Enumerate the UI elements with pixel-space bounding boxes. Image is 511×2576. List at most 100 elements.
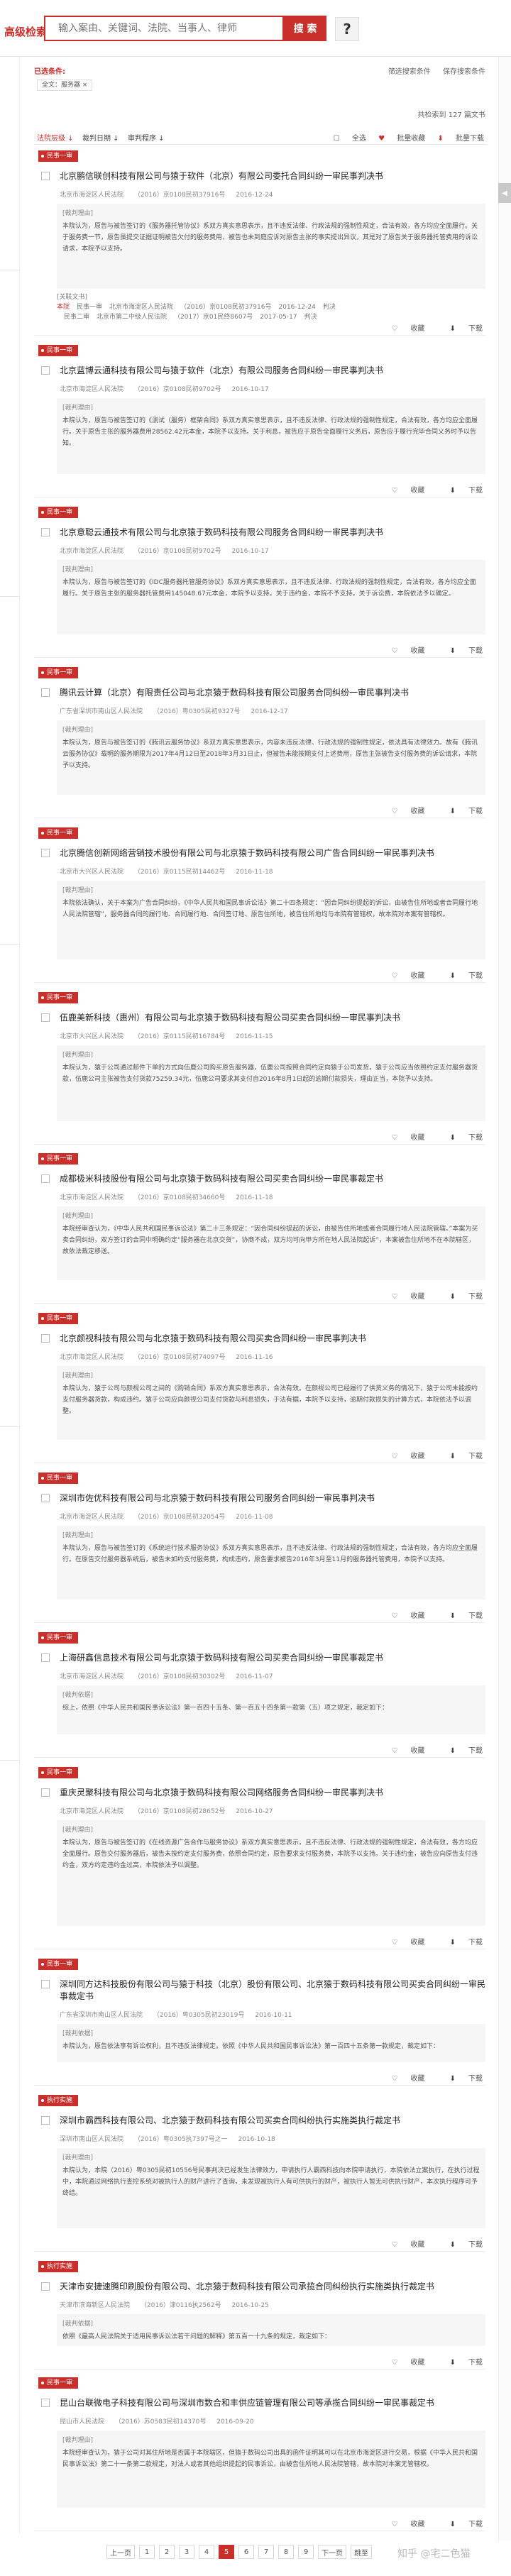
page-number-button[interactable]: 3 <box>179 2545 194 2559</box>
case-checkbox[interactable] <box>41 172 50 180</box>
favorite-button[interactable]: ♡ 收藏 <box>380 1747 424 1755</box>
side-feedback-tab[interactable]: ◀ <box>498 183 511 203</box>
download-button[interactable]: ⬇ 下载 <box>439 1293 483 1301</box>
page-number-button[interactable]: 7 <box>258 2545 274 2559</box>
filter-link[interactable]: 筛选搜索条件 <box>388 68 431 76</box>
case-title-link[interactable]: 伍鹿美新科技（惠州）有限公司与北京猿于数码科技有限公司买卖合同纠纷一审民事判决书 <box>60 1012 485 1024</box>
excerpt-label: [裁判理由] <box>62 887 94 894</box>
case-card: 执行实施 深圳市霸西科技有限公司、北京猿于数码科技有限公司买卖合同纠纷执行实施类执… <box>34 2095 485 2254</box>
favorite-button[interactable]: ♡ 收藏 <box>380 325 424 333</box>
case-card: 民事一审 深圳市佐优科技有限公司与北京猿于数码科技有限公司服务合同纠纷一审民事判决… <box>34 1473 485 1625</box>
favorite-button[interactable]: ♡ 收藏 <box>380 1293 424 1301</box>
case-title-link[interactable]: 成都极米科技股份有限公司与北京猿于数码科技有限公司买卖合同纠纷一审民事裁定书 <box>60 1173 485 1185</box>
case-title-link[interactable]: 重庆灵聚科技有限公司与北京猿于数码科技有限公司网络服务合同纠纷一审民事判决书 <box>60 1787 485 1799</box>
case-title-link[interactable]: 北京腾信创新网络营销技术股份有限公司与北京猿于数码科技有限公司广告合同纠纷一审民… <box>60 847 485 859</box>
case-title-link[interactable]: 深圳市佐优科技有限公司与北京猿于数码科技有限公司服务合同纠纷一审民事判决书 <box>60 1492 485 1504</box>
next-page-button[interactable]: 下一页 <box>318 2545 346 2559</box>
jump-to-page[interactable]: 跳至 <box>351 2545 372 2559</box>
related-doc-row[interactable]: 本院 民事一审 北京市海淀区人民法院 （2016）京0108民初37916号 2016-… <box>57 302 485 312</box>
favorite-button[interactable]: ♡ 收藏 <box>380 808 424 815</box>
case-title-link[interactable]: 北京颜视科技有限公司与北京猿于数码科技有限公司买卖合同纠纷一审民事判决书 <box>60 1333 485 1345</box>
heart-icon: ♡ <box>391 1747 398 1755</box>
case-checkbox[interactable] <box>41 1334 50 1343</box>
advanced-search-link[interactable]: 高级检索 <box>4 24 47 39</box>
favorite-button[interactable]: ♡ 收藏 <box>380 2075 424 2083</box>
download-button[interactable]: ⬇ 下载 <box>439 2075 483 2083</box>
favorite-button[interactable]: ♡ 收藏 <box>380 1134 424 1142</box>
page-number-button[interactable]: 9 <box>298 2545 314 2559</box>
select-all-checkbox[interactable]: ☐ 全选 <box>334 135 366 143</box>
case-title-link[interactable]: 北京意聪云通技术有限公司与北京猿于数码科技有限公司服务合同纠纷一审民事判决书 <box>60 527 485 539</box>
download-button[interactable]: ⬇ 下载 <box>439 1747 483 1755</box>
page-number-button[interactable]: 4 <box>199 2545 214 2559</box>
case-date: 2016-10-27 <box>236 1808 273 1815</box>
batch-favorite-button[interactable]: ♥ 批量收藏 <box>378 135 425 143</box>
favorite-button[interactable]: ♡ 收藏 <box>380 487 424 495</box>
help-button[interactable]: ? <box>335 17 359 41</box>
favorite-button[interactable]: ♡ 收藏 <box>380 1612 424 1620</box>
case-checkbox[interactable] <box>41 528 50 536</box>
related-doc-cell: 民事一审 <box>77 304 103 311</box>
page-number-button[interactable]: 8 <box>278 2545 294 2559</box>
page-number-button[interactable]: 1 <box>139 2545 155 2559</box>
page-number-button[interactable]: 5 <box>219 2545 234 2559</box>
favorite-button[interactable]: ♡ 收藏 <box>380 2241 424 2249</box>
sort-trial-procedure[interactable]: 审判程序 ↓ <box>128 132 165 143</box>
card-divider <box>34 982 485 983</box>
heart-icon: ♡ <box>391 1939 398 1947</box>
favorite-button[interactable]: ♡ 收藏 <box>380 647 424 655</box>
batch-download-button[interactable]: ⬇ 批量下载 <box>437 135 484 143</box>
case-checkbox[interactable] <box>41 1013 50 1022</box>
download-button[interactable]: ⬇ 下载 <box>439 325 483 333</box>
search-box[interactable] <box>44 16 284 41</box>
favorite-button[interactable]: ♡ 收藏 <box>380 2521 424 2528</box>
case-checkbox[interactable] <box>41 688 50 697</box>
page-number-button[interactable]: 6 <box>238 2545 254 2559</box>
download-button[interactable]: ⬇ 下载 <box>439 2521 483 2528</box>
case-checkbox[interactable] <box>41 1494 50 1502</box>
case-checkbox[interactable] <box>41 2282 50 2291</box>
case-title-link[interactable]: 腾讯云计算（北京）有限责任公司与北京猿于数码科技有限公司服务合同纠纷一审民事判决… <box>60 687 485 699</box>
case-date: 2016-11-18 <box>236 869 273 876</box>
related-doc-row[interactable]: 民事二审 北京市第二中级人民法院 （2017）京01民终8607号 2017-05-1… <box>57 312 485 321</box>
favorite-button[interactable]: ♡ 收藏 <box>380 1453 424 1460</box>
download-button[interactable]: ⬇ 下载 <box>439 972 483 980</box>
case-checkbox[interactable] <box>41 1788 50 1797</box>
case-checkbox[interactable] <box>41 1653 50 1662</box>
case-title-link[interactable]: 北京鹏信联创科技有限公司与猿于软件（北京）有限公司委托合同纠纷一审民事判决书 <box>60 170 485 182</box>
filter-tag[interactable]: 全文：服务器 × <box>37 79 93 91</box>
case-checkbox[interactable] <box>41 2399 50 2407</box>
search-button[interactable]: 搜 索 <box>284 16 326 41</box>
favorite-button[interactable]: ♡ 收藏 <box>380 1939 424 1947</box>
download-button[interactable]: ⬇ 下载 <box>439 647 483 655</box>
sort-judgment-date[interactable]: 裁判日期 ↓ <box>82 132 119 143</box>
case-checkbox[interactable] <box>41 2116 50 2125</box>
download-label: 下载 <box>468 1134 483 1142</box>
favorite-button[interactable]: ♡ 收藏 <box>380 2359 424 2367</box>
case-title-link[interactable]: 北京蓝博云通科技有限公司与猿于软件（北京）有限公司服务合同纠纷一审民事判决书 <box>60 365 485 377</box>
download-button[interactable]: ⬇ 下载 <box>439 808 483 815</box>
case-title-link[interactable]: 深圳同方达科技股份有限公司与猿于科技（北京）股份有限公司、北京猿于数码科技有限公… <box>60 1978 485 2003</box>
case-title-link[interactable]: 昆山台联微电子科技有限公司与深圳市数合和丰供应链管理有限公司等承揽合同纠纷一审民… <box>60 2397 485 2409</box>
download-button[interactable]: ⬇ 下载 <box>439 1134 483 1142</box>
filter-link[interactable]: 保存搜索条件 <box>443 68 485 76</box>
case-title-link[interactable]: 上海研鑫信息技术有限公司与北京猿于数码科技有限公司买卖合同纠纷一审民事裁定书 <box>60 1652 485 1664</box>
excerpt-label: [裁判理由] <box>62 210 94 217</box>
case-checkbox[interactable] <box>41 1174 50 1183</box>
case-checkbox[interactable] <box>41 366 50 375</box>
download-button[interactable]: ⬇ 下载 <box>439 2359 483 2367</box>
download-button[interactable]: ⬇ 下载 <box>439 2241 483 2249</box>
download-button[interactable]: ⬇ 下载 <box>439 487 483 495</box>
case-checkbox[interactable] <box>41 1980 50 1988</box>
case-checkbox[interactable] <box>41 849 50 857</box>
sort-court-level[interactable]: 法院层级 ↓ <box>37 132 74 143</box>
case-title-link[interactable]: 深圳市霸西科技有限公司、北京猿于数码科技有限公司买卖合同纠纷执行实施类执行裁定书 <box>60 2115 485 2127</box>
search-input[interactable] <box>45 17 282 40</box>
prev-page-button[interactable]: 上一页 <box>106 2545 135 2559</box>
download-button[interactable]: ⬇ 下载 <box>439 1453 483 1460</box>
favorite-button[interactable]: ♡ 收藏 <box>380 972 424 980</box>
download-button[interactable]: ⬇ 下载 <box>439 1939 483 1947</box>
download-button[interactable]: ⬇ 下载 <box>439 1612 483 1620</box>
page-number-button[interactable]: 2 <box>159 2545 175 2559</box>
case-title-link[interactable]: 天津市安捷速腾印刷股份有限公司、北京猿于数码科技有限公司承揽合同纠纷执行实施类执… <box>60 2281 485 2293</box>
